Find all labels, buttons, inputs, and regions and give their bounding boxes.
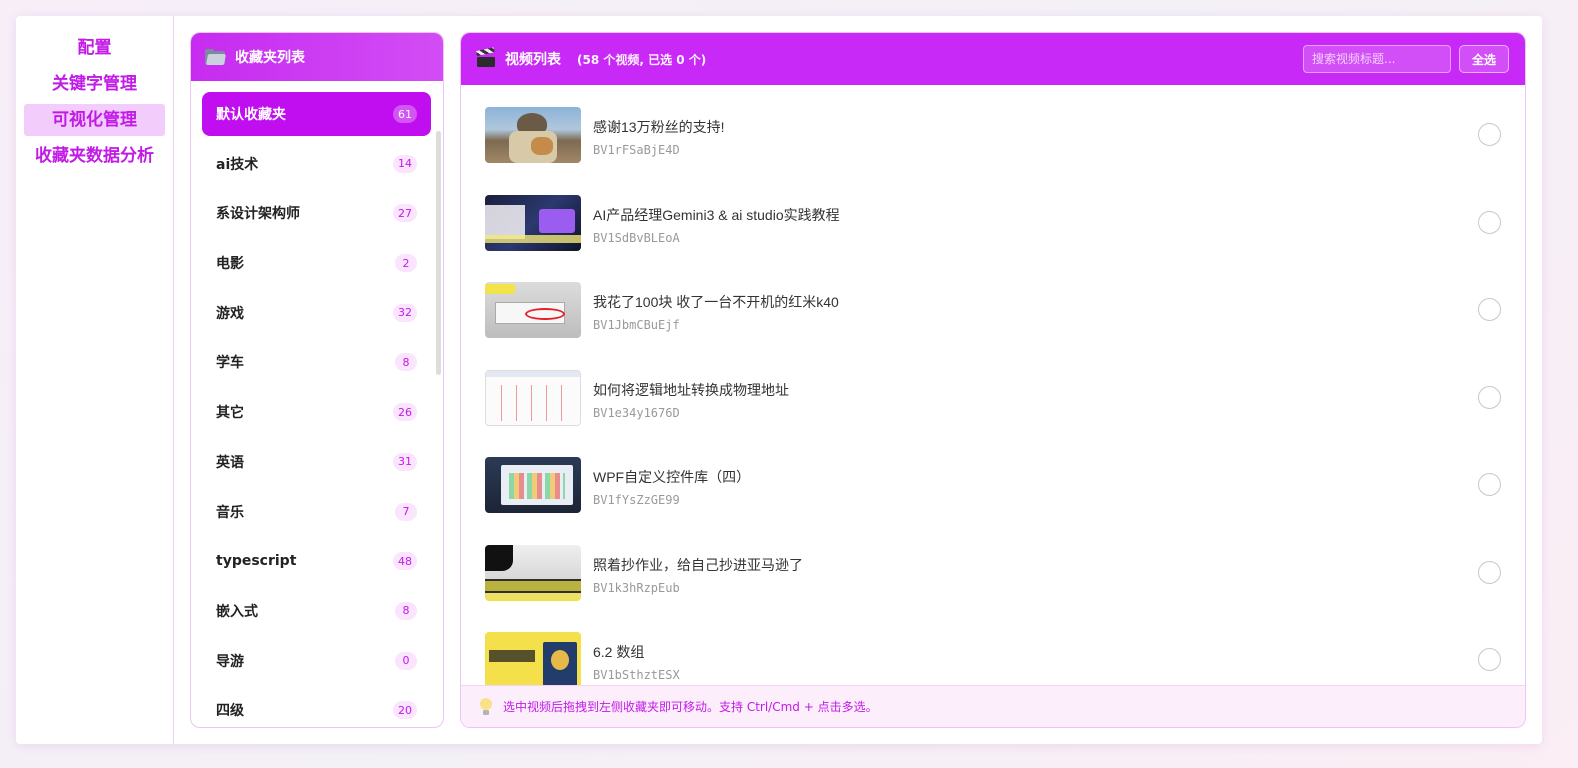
folder-name: 英语: [216, 454, 244, 471]
videos-title: 视频列表: [505, 52, 561, 68]
video-bvid: BV1SdBvBLEoA: [593, 230, 680, 245]
video-select-radio[interactable]: [1478, 210, 1501, 234]
video-item[interactable]: 6.2 数组 BV1bSthztESX: [461, 632, 1525, 687]
video-title: WPF自定义控件库（四）: [593, 469, 751, 485]
video-bvid: BV1JbmCBuEjf: [593, 318, 680, 332]
drag-tip-text: 选中视频后拖拽到左侧收藏夹即可移动。支持 Ctrl/Cmd + 点击多选。: [503, 700, 878, 714]
video-thumbnail: [485, 544, 581, 601]
folder-count-badge: 32: [393, 303, 417, 322]
video-item[interactable]: 照着抄作业，给自己抄进亚马逊了 BV1k3hRzpEub: [461, 544, 1525, 633]
folder-list-scrollbar[interactable]: [436, 131, 441, 375]
folder-name: 嵌入式: [216, 603, 258, 620]
folder-item-games[interactable]: 游戏 32: [202, 291, 431, 335]
video-bvid: BV1k3hRzpEub: [593, 580, 680, 595]
folder-icon: [205, 49, 226, 65]
folder-count-badge: 8: [395, 353, 417, 372]
folder-count-badge: 8: [395, 601, 417, 620]
sidebar-nav: 配置 关键字管理 可视化管理 收藏夹数据分析: [16, 16, 174, 744]
nav-item-visual-management[interactable]: 可视化管理: [24, 104, 165, 136]
folders-panel: 收藏夹列表 默认收藏夹 61 ai技术 14 系设计架构师 27 电影 2 游戏…: [190, 32, 444, 728]
folder-count-badge: 14: [393, 154, 417, 173]
clapperboard-icon: [475, 47, 495, 67]
folder-name: 导游: [216, 653, 244, 670]
video-list: 感谢13万粉丝的支持! BV1rFSaBjE4D AI产品经理Gemini3 &…: [461, 85, 1525, 687]
video-bvid: BV1rFSaBjE4D: [593, 143, 680, 157]
video-item[interactable]: AI产品经理Gemini3 & ai studio实践教程 BV1SdBvBLE…: [461, 194, 1525, 283]
folder-name: 电影: [216, 256, 244, 273]
folder-name: ai技术: [216, 156, 259, 173]
video-thumbnail: [485, 632, 581, 687]
folder-count-badge: 2: [395, 254, 417, 273]
folder-item-music[interactable]: 音乐 7: [202, 490, 431, 534]
folder-count-badge: 31: [393, 452, 417, 471]
folder-item-cet4[interactable]: 四级 20: [202, 688, 431, 727]
folder-name: 默认收藏夹: [216, 107, 286, 123]
video-thumbnail: [485, 282, 581, 338]
video-thumbnail: [485, 194, 581, 251]
video-title: 6.2 数组: [593, 644, 645, 660]
video-select-radio[interactable]: [1478, 123, 1501, 146]
video-title: 如何将逻辑地址转换成物理地址: [593, 381, 789, 398]
video-select-radio[interactable]: [1478, 473, 1501, 496]
folder-item-default[interactable]: 默认收藏夹 61: [202, 92, 431, 136]
folders-title: 收藏夹列表: [235, 50, 305, 66]
folder-item-driving[interactable]: 学车 8: [202, 340, 431, 384]
folder-name: 学车: [216, 355, 244, 372]
folder-item-embedded[interactable]: 嵌入式 8: [202, 589, 431, 633]
folder-name: 其它: [216, 405, 244, 422]
video-item[interactable]: 如何将逻辑地址转换成物理地址 BV1e34y1676D: [461, 369, 1525, 458]
folder-name: 四级: [216, 703, 244, 720]
video-select-radio[interactable]: [1478, 298, 1501, 321]
videos-header: 视频列表 (58 个视频, 已选 0 个) 全选: [461, 33, 1525, 85]
folder-item-english[interactable]: 英语 31: [202, 440, 431, 484]
nav-item-favorites-analytics[interactable]: 收藏夹数据分析: [24, 140, 165, 172]
folder-name: 系设计架构师: [216, 206, 300, 223]
videos-summary: (58 个视频, 已选 0 个): [577, 52, 707, 67]
folder-count-badge: 0: [395, 651, 417, 670]
video-thumbnail: [485, 369, 581, 426]
folder-item-other[interactable]: 其它 26: [202, 390, 431, 434]
folder-count-badge: 7: [395, 502, 417, 521]
folder-item-ai[interactable]: ai技术 14: [202, 142, 431, 186]
lightbulb-icon: [479, 697, 493, 716]
folder-count-badge: 20: [393, 701, 417, 720]
folder-name: 游戏: [216, 305, 244, 322]
video-select-radio[interactable]: [1478, 648, 1501, 671]
video-thumbnail: [485, 457, 581, 513]
video-item[interactable]: 我花了100块 收了一台不开机的红米k40 BV1JbmCBuEjf: [461, 282, 1525, 370]
video-title: 照着抄作业，给自己抄进亚马逊了: [593, 556, 803, 573]
folder-item-tour-guide[interactable]: 导游 0: [202, 639, 431, 683]
folder-count-badge: 27: [393, 204, 417, 223]
nav-item-keyword-management[interactable]: 关键字管理: [24, 68, 165, 100]
folder-count-badge: 26: [393, 403, 417, 422]
video-item[interactable]: WPF自定义控件库（四） BV1fYsZzGE99: [461, 457, 1525, 545]
video-bvid: BV1bSthztESX: [593, 668, 680, 682]
video-title: AI产品经理Gemini3 & ai studio实践教程: [593, 206, 840, 223]
select-all-button[interactable]: 全选: [1459, 45, 1509, 73]
nav-item-config[interactable]: 配置: [24, 32, 165, 64]
video-select-radio[interactable]: [1478, 385, 1501, 409]
folder-list: 默认收藏夹 61 ai技术 14 系设计架构师 27 电影 2 游戏 32 学车…: [191, 81, 443, 727]
video-title: 感谢13万粉丝的支持!: [593, 119, 725, 135]
folder-item-movies[interactable]: 电影 2: [202, 241, 431, 285]
folders-header: 收藏夹列表: [191, 33, 443, 81]
video-title: 我花了100块 收了一台不开机的红米k40: [593, 294, 839, 310]
video-select-radio[interactable]: [1478, 560, 1501, 584]
drag-tip-bar: 选中视频后拖拽到左侧收藏夹即可移动。支持 Ctrl/Cmd + 点击多选。: [461, 685, 1525, 727]
folder-name: 音乐: [216, 504, 244, 521]
folder-item-typescript[interactable]: typescript 48: [202, 539, 431, 583]
folder-item-architect[interactable]: 系设计架构师 27: [202, 191, 431, 235]
folder-count-badge: 61: [393, 105, 417, 123]
folder-count-badge: 48: [393, 552, 417, 571]
video-bvid: BV1e34y1676D: [593, 405, 680, 420]
video-thumbnail: [485, 107, 581, 163]
videos-panel: 视频列表 (58 个视频, 已选 0 个) 全选 感谢13万粉丝的支持! BV1…: [460, 32, 1526, 728]
video-bvid: BV1fYsZzGE99: [593, 493, 680, 507]
folder-name: typescript: [216, 553, 297, 570]
video-item[interactable]: 感谢13万粉丝的支持! BV1rFSaBjE4D: [461, 107, 1525, 195]
video-search-input[interactable]: [1303, 45, 1451, 73]
app-window: 配置 关键字管理 可视化管理 收藏夹数据分析 收藏夹列表 默认收藏夹 61 ai…: [16, 16, 1542, 744]
